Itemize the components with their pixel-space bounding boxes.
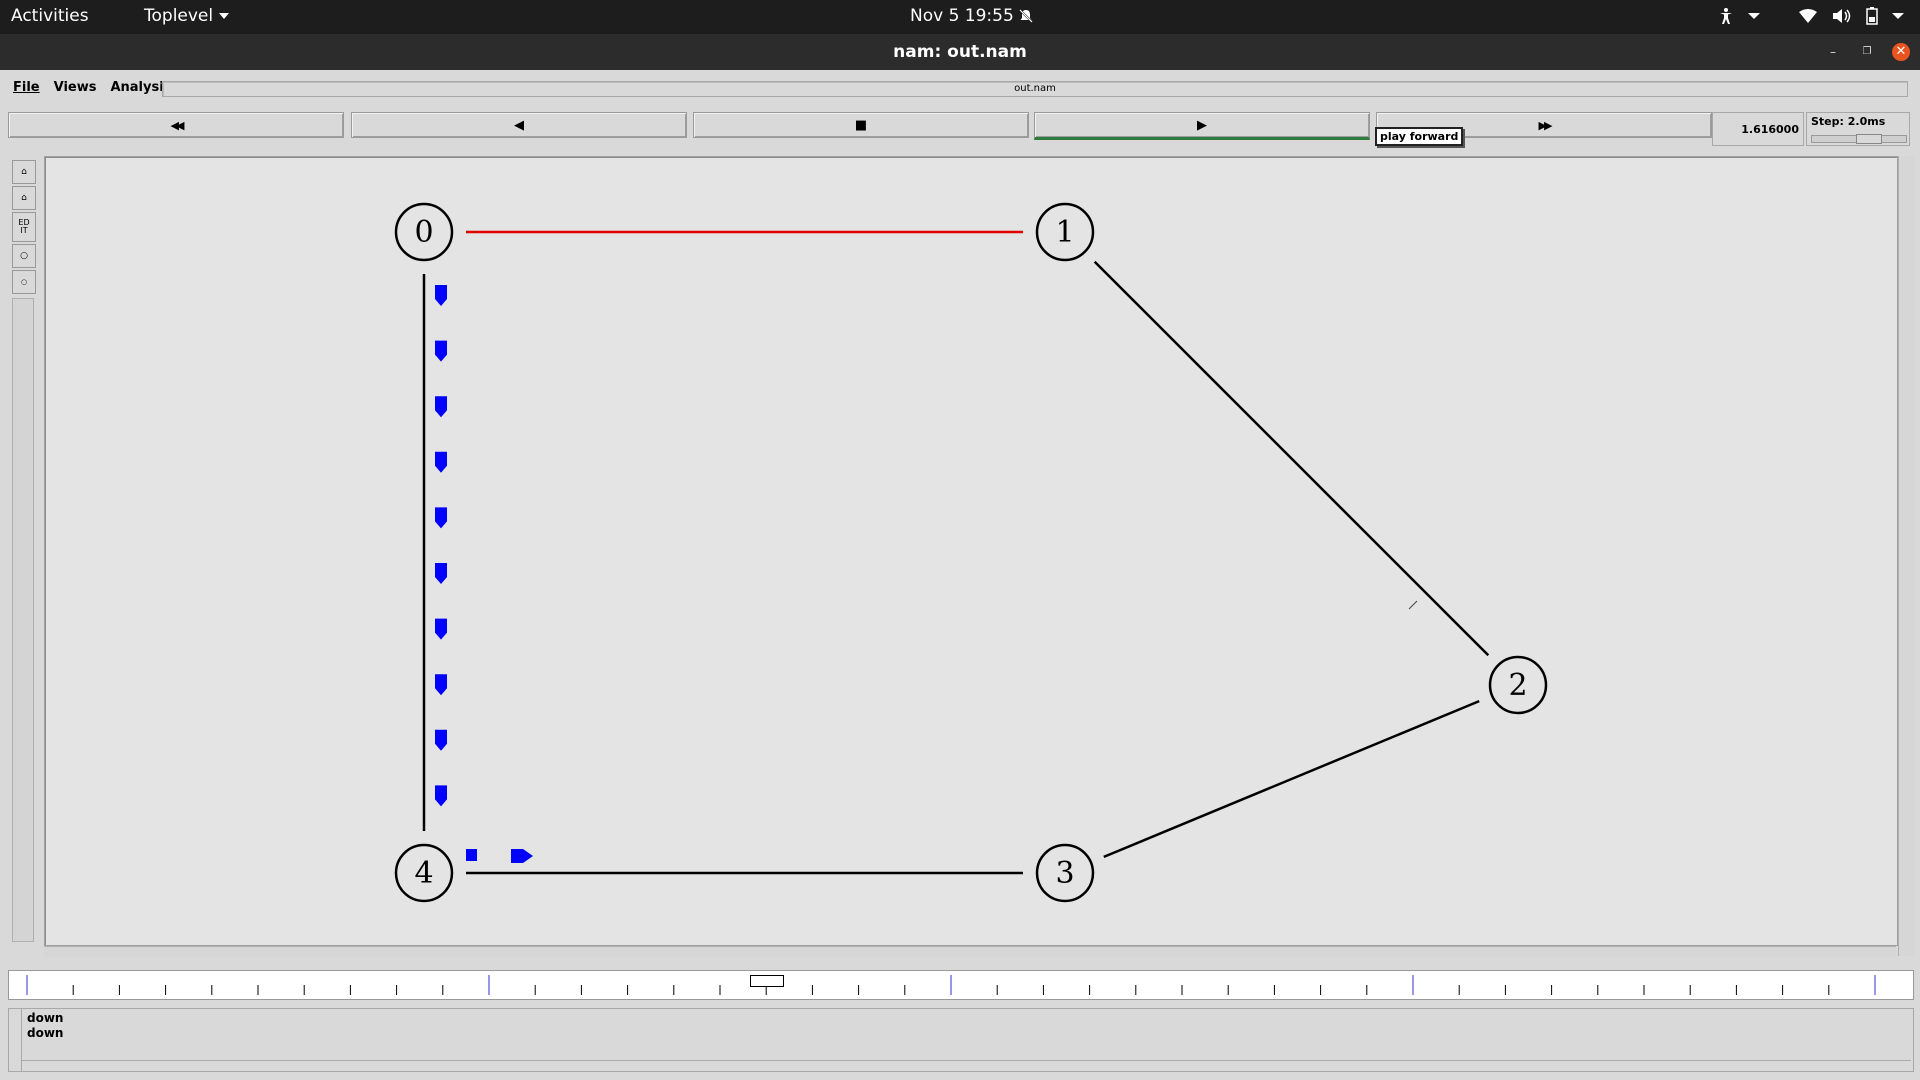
toplevel-label: Toplevel	[144, 6, 214, 26]
small-node-icon[interactable]: ○	[12, 270, 36, 294]
toplevel-menu[interactable]: Toplevel	[144, 6, 230, 26]
stop-icon: ■	[854, 117, 868, 133]
menu-views-label: Views	[53, 80, 97, 95]
rewind-icon: ◀◀	[170, 118, 185, 132]
step-label: Step: 2.0ms	[1811, 115, 1886, 128]
step-slider[interactable]	[1811, 134, 1907, 144]
packet	[435, 396, 447, 418]
activities-button[interactable]: Activities	[11, 6, 89, 26]
close-button[interactable]: ✕	[1892, 43, 1910, 61]
packet	[435, 507, 447, 529]
current-time: 1.616000	[1712, 112, 1804, 146]
play-forward-tooltip: play forward	[1375, 127, 1464, 146]
trace-file-name: out.nam	[162, 81, 1908, 97]
system-top-bar: Activities Toplevel Nov 5 19:55	[0, 0, 1920, 34]
chevron-down-icon	[219, 13, 230, 19]
wifi-icon[interactable]	[1798, 8, 1818, 24]
fast-forward-icon: ▶▶	[1538, 118, 1553, 132]
play-forward-icon: ▶	[1197, 117, 1207, 133]
menu-file[interactable]: File	[6, 78, 47, 98]
rewind-button[interactable]: ◀◀	[8, 112, 344, 138]
chevron-down-icon	[1748, 13, 1760, 19]
packet	[435, 785, 447, 807]
minimize-button[interactable]: –	[1824, 43, 1842, 61]
stop-button[interactable]: ■	[693, 112, 1029, 138]
time-slider[interactable]	[8, 970, 1914, 1000]
step-slider-thumb[interactable]	[1856, 134, 1882, 144]
packet	[435, 451, 447, 473]
tool-column-slider[interactable]	[12, 298, 34, 942]
clock[interactable]: Nov 5 19:55	[910, 6, 1014, 26]
annotation-lines: down down	[27, 1011, 63, 1041]
packet	[511, 849, 533, 863]
link-1-2[interactable]	[1093, 260, 1490, 657]
annotation-line: down	[27, 1026, 64, 1040]
packet	[435, 563, 447, 584]
play-backward-button[interactable]: ◀	[351, 112, 687, 138]
packet	[435, 340, 447, 362]
link-2-3[interactable]	[1103, 699, 1480, 859]
window-title: nam: out.nam	[893, 42, 1027, 62]
bell-muted-icon	[1019, 9, 1033, 23]
node-label-2: 2	[1508, 668, 1527, 703]
menu-views[interactable]: Views	[47, 78, 104, 98]
annotation-horizontal-scrollbar[interactable]	[21, 1060, 1911, 1071]
volume-icon[interactable]	[1832, 8, 1852, 24]
play-forward-button[interactable]: ▶	[1034, 112, 1370, 140]
system-tray[interactable]	[1718, 7, 1904, 25]
cursor-mark	[1408, 600, 1418, 610]
step-control: Step: 2.0ms	[1806, 112, 1910, 146]
network-topology: 0 1 2 3 4	[394, 202, 1548, 903]
packet	[435, 285, 447, 306]
window-title-bar[interactable]: nam: out.nam – ❐ ✕	[0, 34, 1920, 70]
time-ticks	[26, 975, 1876, 995]
menu-bar: File Views Analysis	[6, 78, 178, 98]
time-slider-handle[interactable]	[750, 975, 784, 987]
canvas-horizontal-scrollbar[interactable]	[44, 946, 1896, 957]
packet	[466, 849, 477, 861]
node-size-icon[interactable]: ○	[12, 244, 36, 268]
annotation-panel: down down	[8, 1008, 1914, 1072]
tool-column: ⌂ ⌂ ED IT ○ ○	[8, 156, 36, 956]
zoom-in-icon[interactable]: ⌂	[12, 160, 36, 184]
node-label-1: 1	[1055, 215, 1074, 250]
packet	[435, 674, 447, 696]
network-canvas[interactable]: 0 1 2 3 4	[44, 156, 1898, 946]
play-backward-icon: ◀	[514, 117, 524, 133]
battery-icon[interactable]	[1866, 7, 1878, 25]
chevron-down-icon[interactable]	[1892, 13, 1904, 19]
maximize-button[interactable]: ❐	[1858, 43, 1876, 61]
node-label-3: 3	[1055, 856, 1074, 891]
packet	[435, 618, 447, 640]
menu-file-label: File	[13, 80, 40, 95]
packet	[435, 729, 447, 751]
node-label-4: 4	[414, 856, 433, 891]
edit-icon[interactable]: ED IT	[12, 212, 36, 242]
nam-application: File Views Analysis out.nam ◀◀ ◀ ■ ▶ ▶▶ …	[0, 70, 1920, 1080]
canvas-vertical-scrollbar[interactable]	[1898, 156, 1915, 956]
annotation-line: down	[27, 1011, 64, 1025]
node-label-0: 0	[414, 215, 433, 250]
accessibility-icon[interactable]	[1718, 7, 1734, 25]
zoom-out-icon[interactable]: ⌂	[12, 186, 36, 210]
